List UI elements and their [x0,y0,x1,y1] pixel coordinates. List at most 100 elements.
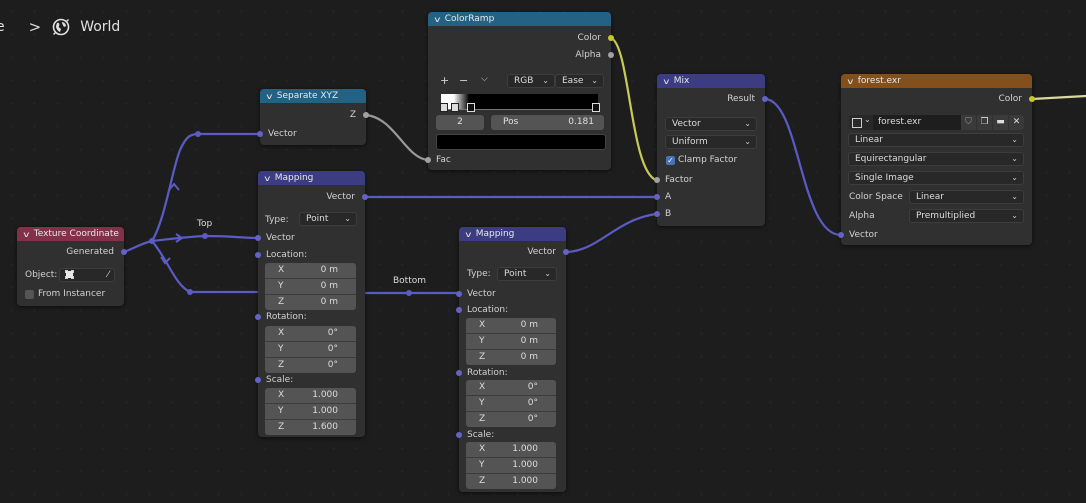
socket-icon[interactable] [255,314,261,320]
type-dropdown[interactable]: Point ⌄ [497,267,557,281]
location-x-field[interactable]: X0 m [265,263,356,279]
node-header[interactable]: v forest.exr [841,74,1032,88]
socket-icon[interactable] [255,377,261,383]
socket-icon[interactable] [654,194,660,200]
unlink-close-icon[interactable]: ✕ [1009,115,1024,130]
data-type-dropdown[interactable]: Vector ⌄ [665,117,757,131]
node-color-ramp[interactable]: v ColorRamp Color Alpha + − ⌵ RGB ⌄ Ease ⌄ … [425,12,614,170]
rotation-fields[interactable]: X 0° Y 0° Z 0° [466,380,556,427]
socket-icon[interactable] [762,96,768,102]
socket-icon[interactable] [363,112,369,118]
socket-icon[interactable] [654,177,660,183]
location-x-field[interactable]: X0 m [466,318,556,334]
scale-x-field[interactable]: X 1.000 [466,442,556,458]
color-stop-handle[interactable] [440,103,448,112]
fake-user-shield-icon[interactable]: ⛉ [961,115,976,130]
socket-icon[interactable] [608,35,614,41]
location-y-field[interactable]: Y0 m [466,334,556,350]
scale-z-field[interactable]: Z 1.600 [265,420,356,435]
node-header[interactable]: v Mix [657,74,765,88]
socket-icon[interactable] [456,291,462,297]
socket-icon[interactable] [456,432,462,438]
location-z-field[interactable]: Z0 m [265,295,356,310]
node-mapping-1[interactable]: v Mapping Vector Type: Point ⌄ Vector Loca… [255,171,368,437]
remove-stop-button[interactable]: − [459,74,468,87]
factor-mode-dropdown[interactable]: Uniform ⌄ [665,135,757,149]
collapse-chevron-icon[interactable]: v [847,77,853,86]
clamp-factor-checkbox[interactable]: ✓ [666,156,675,165]
collapse-chevron-icon[interactable]: v [266,92,272,101]
stop-position-field[interactable]: Pos 0.181 [491,115,604,130]
socket-icon[interactable] [255,235,261,241]
interpolation-dropdown[interactable]: Linear ⌄ [848,133,1024,147]
location-fields[interactable]: X0 m Y0 m Z0 m [466,318,556,365]
eyedropper-icon[interactable]: ⁄ [107,269,109,281]
color-ramp-gradient[interactable] [441,94,598,110]
node-header[interactable]: v Mapping [459,227,566,241]
projection-dropdown[interactable]: Equirectangular ⌄ [848,152,1024,166]
socket-icon[interactable] [456,307,462,313]
socket-icon[interactable] [121,249,127,255]
rotation-x-field[interactable]: X 0° [265,326,356,342]
rotation-z-field[interactable]: Z 0° [265,358,356,373]
socket-icon[interactable] [456,370,462,376]
color-mode-dropdown[interactable]: RGB ⌄ [507,74,555,88]
node-header[interactable]: v Separate XYZ [260,89,366,103]
breadcrumb-current[interactable]: World [80,19,120,35]
socket-icon[interactable] [257,131,263,137]
rotation-x-field[interactable]: X 0° [466,380,556,396]
open-folder-icon[interactable]: ▬ [993,115,1008,130]
location-fields[interactable]: X0 m Y0 m Z0 m [265,263,356,310]
object-field[interactable]: ⁄ [59,268,115,282]
stop-index-field[interactable]: 2 [436,115,484,130]
color-stop-handle[interactable] [592,103,600,112]
node-texture-coordinate[interactable]: v Texture Coordinate Generated Object: ⁄ … [17,227,127,306]
alpha-dropdown[interactable]: Premultiplied ⌄ [909,209,1024,223]
breadcrumb-previous[interactable]: e [0,19,5,35]
collapse-chevron-icon[interactable]: v [23,230,29,239]
rotation-y-field[interactable]: Y 0° [265,342,356,358]
collapse-chevron-icon[interactable]: v [434,15,440,24]
socket-icon[interactable] [1029,96,1035,102]
node-separate-xyz[interactable]: v Separate XYZ Z Vector [257,89,369,145]
rotation-fields[interactable]: X 0° Y 0° Z 0° [265,326,356,373]
type-dropdown[interactable]: Point ⌄ [299,212,357,226]
socket-icon[interactable] [608,52,614,58]
socket-icon[interactable] [563,249,569,255]
collapse-chevron-icon[interactable]: v [663,77,669,86]
rotation-z-field[interactable]: Z 0° [466,412,556,427]
location-z-field[interactable]: Z0 m [466,350,556,365]
image-name-field[interactable]: forest.exr [873,115,961,130]
from-instancer-checkbox[interactable] [25,290,34,299]
scale-x-field[interactable]: X 1.000 [265,388,356,404]
scale-y-field[interactable]: Y 1.000 [265,404,356,420]
node-mapping-2[interactable]: v Mapping Vector Type: Point ⌄ Vector Loca… [456,227,569,492]
rotation-y-field[interactable]: Y 0° [466,396,556,412]
location-y-field[interactable]: Y0 m [265,279,356,295]
collapse-chevron-icon[interactable]: v [264,174,270,183]
add-stop-button[interactable]: + [440,74,449,87]
stop-color-swatch[interactable] [436,134,606,150]
scale-fields[interactable]: X 1.000 Y 1.000 Z 1.600 [265,388,356,435]
socket-icon[interactable] [255,252,261,258]
interpolation-dropdown[interactable]: Ease ⌄ [555,74,604,88]
node-header[interactable]: v Mapping [258,171,365,185]
socket-icon[interactable] [425,157,431,163]
duplicate-image-icon[interactable]: ❐ [977,115,992,130]
ramp-menu-chevron-icon[interactable]: ⌵ [481,74,488,84]
scale-z-field[interactable]: Z 1.000 [466,474,556,489]
socket-icon[interactable] [362,194,368,200]
node-header[interactable]: v ColorRamp [428,12,611,26]
scale-fields[interactable]: X 1.000 Y 1.000 Z 1.000 [466,442,556,489]
node-mix[interactable]: v Mix Result Vector ⌄ Uniform ⌄ ✓ Clamp Fac… [654,74,768,226]
color-stop-handle[interactable] [451,103,459,112]
collapse-chevron-icon[interactable]: v [465,230,471,239]
socket-icon[interactable] [838,232,844,238]
socket-icon[interactable] [654,211,660,217]
color-stop-handle-active[interactable] [467,103,475,112]
source-dropdown[interactable]: Single Image ⌄ [848,171,1024,185]
color-space-dropdown[interactable]: Linear ⌄ [909,190,1024,204]
node-environment-texture[interactable]: v forest.exr Color ⌄ forest.exr ⛉ ❐ ▬ ✕ L… [838,74,1035,245]
image-browse-button[interactable]: ⌄ [849,115,873,130]
node-header[interactable]: v Texture Coordinate [17,227,124,241]
